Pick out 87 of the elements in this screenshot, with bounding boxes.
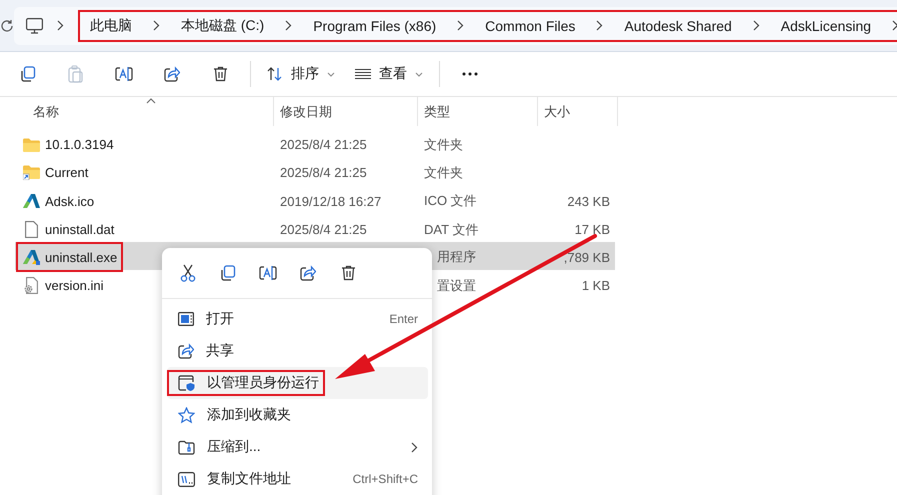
a-logo-icon [22,249,40,265]
document-icon [24,221,38,238]
menu-item[interactable]: 添加到收藏夹 [167,399,428,431]
file-name: Current [45,165,88,180]
sort-arrows-icon [267,67,283,81]
date-text: 2019/12/18 16:27 [279,194,382,208]
copy-icon [220,265,236,281]
size-text: 17 KB [574,222,610,237]
type-text: 文件夹 [423,136,463,152]
type-text: ICO 文件 [423,193,477,208]
date-text: 2025/8/4 21:25 [279,222,367,237]
delete-icon [340,265,356,281]
date-text: 2025/8/4 21:25 [279,137,367,152]
date-text: 2025/8/4 21:25 [279,165,367,180]
menu-label: 压缩到... [207,438,261,456]
dropdown-caret-icon [415,72,423,76]
path-icon [178,472,195,486]
menu-item[interactable]: 打开 Enter [167,303,428,335]
copy-icon [20,66,36,82]
refresh-icon[interactable] [0,18,14,32]
rename-icon [259,265,277,281]
window-icon [178,312,194,326]
size-text: 1 KB [582,278,610,293]
shortcut-text: Enter [389,312,418,326]
menu-label: 打开 [206,310,234,328]
file-name: 10.1.0.3194 [45,137,114,152]
menu-item[interactable]: 共享 [167,335,428,367]
sort-button[interactable]: 排序 [257,56,345,92]
size-text: ,789 KB [564,250,610,264]
file-name: uninstall.exe [45,250,118,264]
star-icon [178,406,195,424]
breadcrumb-item[interactable]: Program Files (x86) [313,18,436,34]
menu-label: 共享 [206,342,234,360]
a-logo-icon [22,193,40,209]
scissors-icon [180,264,196,282]
view-button[interactable]: 查看 [345,56,433,92]
size-text: 243 KB [567,194,610,208]
chevron-right-icon [57,20,64,31]
file-row[interactable]: Current 2025/8/4 21:25 文件夹 [15,158,615,186]
paste-icon [68,65,84,83]
menu-item[interactable]: 压缩到... [167,431,428,463]
breadcrumb-item[interactable]: AdskLicensing [780,18,872,34]
file-row[interactable]: 10.1.0.3194 2025/8/4 21:25 文件夹 [15,130,615,158]
chevron-right-icon [285,20,292,31]
column-header[interactable]: 大小 [538,97,618,126]
file-name: version.ini [45,278,104,293]
type-text: 置设置 [436,278,476,292]
file-row[interactable]: Adsk.ico 2019/12/18 16:27 ICO 文件 243 KB [15,186,615,214]
breadcrumb-item[interactable]: Autodesk Shared [624,18,732,34]
menu-item[interactable]: 以管理员身份运行 [167,367,428,399]
monitor-icon[interactable] [26,18,43,34]
column-header[interactable]: 修改日期 [274,97,418,126]
chevron-right-icon [457,20,464,31]
menu-item[interactable]: 复制文件地址 Ctrl+Shift+C [167,463,428,495]
gear-document-icon [24,277,38,294]
file-name: Adsk.ico [45,194,94,208]
chevron-right-icon [596,20,604,31]
shortcut-folder-icon [22,165,40,180]
rename-icon [115,66,133,82]
zip-folder-icon [178,440,195,454]
column-header[interactable]: 名称 [0,97,274,126]
file-name: uninstall.dat [45,222,114,237]
folder-icon [22,138,40,152]
shortcut-text: Ctrl+Shift+C [352,472,418,486]
type-text: 用程序 [436,249,476,264]
breadcrumb-item[interactable]: Common Files [485,18,576,34]
delete-icon [212,66,228,82]
dropdown-caret-icon [327,72,335,76]
breadcrumb-item[interactable]: 本地磁盘 (C:) [181,16,264,34]
type-text: DAT 文件 [423,222,478,236]
menu-label: 以管理员身份运行 [207,374,319,392]
chevron-right-icon [892,20,897,31]
chevron-right-icon [153,20,160,31]
lines-icon [355,69,371,79]
column-header[interactable]: 类型 [418,97,538,126]
menu-label: 添加到收藏夹 [207,406,291,424]
share-icon [164,66,180,82]
type-text: 文件夹 [423,164,463,180]
file-row[interactable]: version.ini 置设置 1 KB [15,270,615,298]
chevron-right-icon [752,20,760,31]
share-icon [300,265,316,281]
breadcrumb-item[interactable]: 此电脑 [90,16,132,34]
more-icon [462,72,478,76]
share-icon [178,343,194,359]
file-row[interactable]: uninstall.dat 2025/8/4 21:25 DAT 文件 17 KB [15,214,615,242]
menu-label: 复制文件地址 [207,470,291,488]
shield-window-icon [178,375,195,391]
